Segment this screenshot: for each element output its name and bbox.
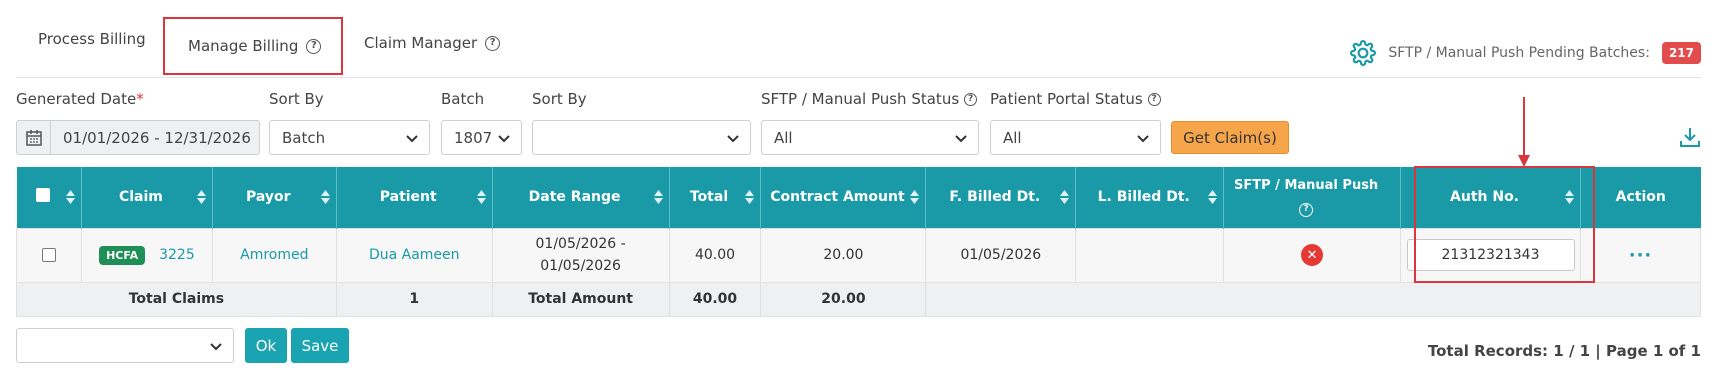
chevron-down-icon (1137, 135, 1149, 143)
tab-label: Process Billing (38, 30, 146, 48)
patient-link[interactable]: Dua Aameen (369, 247, 460, 263)
required-mark: * (136, 90, 144, 108)
column-header-payor[interactable]: Payor (212, 167, 337, 228)
sort-icon[interactable] (320, 189, 330, 205)
error-x-icon[interactable]: ✕ (1301, 244, 1324, 266)
f-billed-cell: 01/05/2026 (925, 227, 1077, 283)
help-icon[interactable]: ? (964, 92, 978, 106)
save-button[interactable]: Save (291, 328, 349, 363)
select-all-header (16, 167, 82, 228)
sftp-pending-label: SFTP / Manual Push Pending Batches: (1388, 45, 1650, 61)
auth-no-input[interactable]: 21312321343 (1406, 239, 1575, 271)
chevron-down-icon (210, 343, 222, 351)
column-header-l-billed[interactable]: L. Billed Dt. (1075, 167, 1225, 228)
column-header-auth-no[interactable]: Auth No. (1400, 167, 1582, 228)
chevron-down-icon (955, 135, 967, 143)
column-header-sftp-push[interactable]: SFTP / Manual Push ? (1223, 167, 1402, 228)
claims-table: Claim Payor Patient Date Range Total Con… (16, 167, 1701, 317)
sftp-push-cell: ✕ (1223, 227, 1402, 283)
batch-select[interactable]: 1807 (441, 120, 522, 155)
total-claims-label: Total Claims (16, 281, 337, 317)
generated-date-range-input[interactable]: 01/01/2026 - 12/31/2026 (16, 120, 260, 155)
total-cell: 40.00 (668, 227, 762, 283)
bulk-action-select[interactable] (16, 328, 234, 363)
column-header-f-billed[interactable]: F. Billed Dt. (925, 167, 1077, 228)
sort-icon[interactable] (476, 189, 486, 205)
sftp-status-label: SFTP / Manual Push Status ? (761, 90, 978, 108)
row-checkbox[interactable] (41, 248, 56, 262)
tab-label: Claim Manager (364, 34, 478, 52)
date-range-value: 01/01/2026 - 12/31/2026 (63, 128, 251, 147)
help-icon[interactable]: ? (306, 38, 322, 54)
pending-count-badge[interactable]: 217 (1661, 42, 1701, 64)
action-cell: ··· (1580, 227, 1701, 283)
payor-cell: Amromed (211, 227, 337, 283)
total-claims-value: 1 (335, 281, 493, 317)
tab-claim-manager[interactable]: Claim Manager ? (364, 34, 501, 52)
sort-by-secondary-label: Sort By (532, 90, 587, 108)
chevron-down-icon (727, 135, 739, 143)
chevron-down-icon (498, 135, 510, 143)
totals-row: Total Claims 1 Total Amount 40.00 20.00 (16, 281, 1701, 317)
sort-icon[interactable] (65, 189, 75, 205)
sort-icon[interactable] (910, 189, 920, 205)
sort-by-select[interactable]: Batch (269, 120, 430, 155)
tab-manage-billing[interactable]: Manage Billing ? (163, 17, 343, 75)
sort-icon[interactable] (196, 189, 206, 205)
l-billed-cell (1075, 227, 1225, 283)
total-contract-amount: 20.00 (760, 281, 927, 317)
total-records-text: Total Records: 1 / 1 | Page 1 of 1 (1427, 342, 1701, 360)
column-header-contract-amount[interactable]: Contract Amount (760, 167, 927, 228)
get-claims-button[interactable]: Get Claim(s) (1171, 121, 1289, 154)
sort-icon[interactable] (1060, 189, 1070, 205)
batch-label: Batch (441, 90, 485, 108)
help-icon[interactable]: ? (1147, 92, 1161, 106)
generated-date-label: Generated Date* (16, 90, 144, 108)
table-header-row: Claim Payor Patient Date Range Total Con… (16, 167, 1701, 228)
portal-status-label: Patient Portal Status ? (990, 90, 1161, 108)
sort-by-secondary-select[interactable] (532, 120, 751, 155)
billing-tabs: Process Billing Manage Billing ? Claim M… (16, 0, 1701, 78)
claim-cell: HCFA 3225 (80, 227, 213, 283)
table-row: HCFA 3225 Amromed Dua Aameen 01/05/2026 -… (16, 227, 1701, 283)
payor-link[interactable]: Amromed (240, 247, 308, 263)
ok-button[interactable]: Ok (245, 328, 287, 363)
download-icon[interactable] (1679, 126, 1701, 148)
sort-icon[interactable] (1565, 189, 1575, 205)
chevron-down-icon (406, 135, 418, 143)
auth-no-cell: 21312321343 (1400, 227, 1582, 283)
sort-by-label: Sort By (269, 90, 324, 108)
column-header-action: Action (1580, 167, 1701, 228)
sort-icon[interactable] (653, 189, 663, 205)
total-amount-label: Total Amount (491, 281, 670, 317)
claim-link[interactable]: 3225 (159, 247, 195, 263)
select-all-checkbox[interactable] (35, 188, 50, 203)
date-range-cell: 01/05/2026 -01/05/2026 (491, 227, 670, 283)
annotation-arrow (1518, 97, 1530, 167)
sort-icon[interactable] (1208, 189, 1218, 205)
gear-icon[interactable] (1350, 40, 1377, 66)
total-value: 40.00 (668, 281, 762, 317)
totals-blank (925, 281, 1701, 317)
column-header-patient[interactable]: Patient (336, 167, 493, 228)
sftp-status-select[interactable]: All (761, 120, 979, 155)
help-icon[interactable]: ? (485, 35, 501, 51)
tab-process-billing[interactable]: Process Billing (38, 30, 146, 48)
claim-type-badge: HCFA (99, 245, 146, 265)
portal-status-select[interactable]: All (990, 120, 1161, 155)
column-header-claim[interactable]: Claim (81, 167, 213, 228)
help-icon[interactable]: ? (1299, 203, 1314, 218)
column-header-total[interactable]: Total (669, 167, 762, 228)
more-actions-icon[interactable]: ··· (1629, 245, 1653, 266)
patient-cell: Dua Aameen (335, 227, 493, 283)
tab-label: Manage Billing (188, 37, 299, 55)
column-header-date-range[interactable]: Date Range (492, 167, 670, 228)
sort-icon[interactable] (745, 189, 755, 205)
calendar-icon[interactable] (17, 121, 51, 154)
sftp-pending-batches: SFTP / Manual Push Pending Batches: 217 (1350, 40, 1701, 66)
contract-amount-cell: 20.00 (760, 227, 927, 283)
row-select-cell (16, 227, 82, 283)
